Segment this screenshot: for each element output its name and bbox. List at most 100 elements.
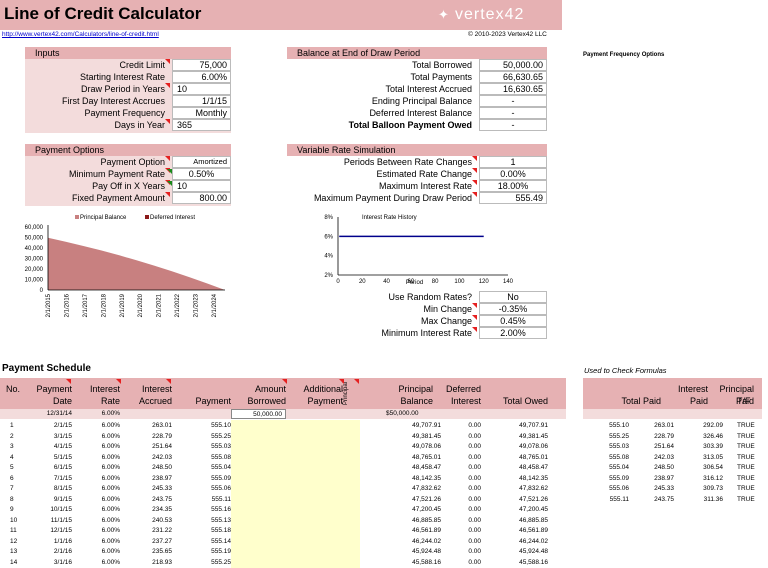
schedule-cell: 6.00% [101, 422, 120, 429]
additional-payment-input-area[interactable] [231, 420, 360, 568]
inputs-value[interactable]: 75,000 [172, 59, 231, 71]
y-tick-label: 10,000 [25, 278, 44, 284]
schedule-cell: 555.09 [211, 474, 231, 482]
x-tick-label: 100 [454, 279, 465, 285]
balance-panel: Balance at End of Draw Period [287, 47, 547, 59]
principal-balance-area [48, 237, 225, 290]
y-tick-label: 2% [324, 273, 333, 279]
x-tick-label: 2/1/2019 [120, 293, 126, 317]
payment-options-value[interactable]: 10 [172, 180, 231, 192]
comment-marker-icon [165, 156, 170, 161]
y-tick-label: 30,000 [25, 257, 44, 263]
variable-rate-label: Maximum Payment During Draw Period [313, 193, 472, 203]
variable-rate-value[interactable]: 1 [479, 156, 547, 168]
schedule-cell: 48,765.01 [519, 453, 548, 461]
schedule-cell: 49,078.06 [519, 443, 548, 450]
schedule-cell: 6.00% [101, 432, 120, 440]
variable-rate-value[interactable]: 18.00% [479, 180, 547, 192]
random-value[interactable]: No [479, 291, 547, 303]
check-cell: 245.33 [654, 485, 674, 492]
schedule-cell: 235.65 [152, 548, 172, 555]
schedule-cell: 6.00% [101, 453, 120, 461]
y-tick-label: 0 [40, 288, 44, 294]
schedule-cell: 8/1/15 [53, 485, 72, 492]
balance-value: 16,630.65 [479, 83, 547, 95]
variable-rate-value[interactable]: 0.00% [479, 168, 547, 180]
schedule-cell: 218.93 [152, 558, 172, 566]
variable-rate-label: Maximum Interest Rate [378, 181, 472, 191]
schedule-cell: 0.00 [468, 516, 481, 524]
balance-label: Deferred Interest Balance [369, 108, 472, 118]
random-label: Max Change [420, 316, 472, 326]
warning-marker-icon [167, 169, 172, 174]
schedule-cell: 1/1/16 [53, 537, 72, 545]
schedule-cell: 555.10 [211, 422, 231, 429]
schedule-header-cell: Payment [307, 396, 343, 406]
vertex42-logo-icon: ✦ [438, 7, 449, 22]
comment-marker-icon [116, 379, 121, 384]
inputs-value[interactable]: 365 [172, 119, 231, 131]
schedule-cell: 6.00% [101, 558, 120, 566]
comment-marker-icon [166, 379, 171, 384]
schedule-cell: 47,832.62 [519, 485, 548, 492]
check-cell: 243.75 [654, 495, 674, 503]
schedule-cell: 45,588.16 [519, 558, 548, 566]
payment-options-value[interactable]: 0.50% [172, 168, 231, 180]
comment-marker-icon [354, 379, 359, 384]
balance-value: - [479, 119, 547, 131]
check-cell: TRUE [737, 485, 755, 492]
inputs-value[interactable]: 10 [172, 83, 231, 95]
schedule-cell: 6.00% [101, 474, 120, 482]
schedule-header-cell: Deferred [445, 384, 481, 394]
check-cell: TRUE [737, 464, 755, 471]
initial-borrowed-input[interactable]: 50,000.00 [231, 409, 286, 419]
check-cell: 326.46 [703, 432, 723, 440]
check-cell: TRUE [737, 453, 755, 461]
comment-marker-icon [472, 192, 477, 197]
check-cell: 228.79 [654, 432, 674, 440]
payment-options-value[interactable]: Amortized [172, 156, 231, 168]
schedule-cell: 243.75 [152, 495, 172, 503]
copyright: © 2010-2023 Vertex42 LLC [468, 31, 547, 38]
schedule-cell: 555.16 [211, 506, 231, 513]
random-label: Min Change [423, 304, 472, 314]
schedule-cell: 555.14 [211, 537, 231, 545]
schedule-title: Payment Schedule [2, 363, 91, 374]
inputs-label: Draw Period in Years [80, 84, 165, 94]
random-value[interactable]: 0.45% [479, 315, 547, 327]
schedule-cell: 6.00% [101, 537, 120, 545]
random-value[interactable]: 2.00% [479, 327, 547, 339]
check-cell: 316.12 [703, 474, 723, 482]
payment-options-value[interactable]: 800.00 [172, 192, 231, 204]
inputs-value[interactable]: Monthly [172, 107, 231, 119]
schedule-cell: 6.00% [101, 516, 120, 524]
schedule-header-cell: Additional [303, 384, 343, 394]
schedule-cell: 248.50 [152, 464, 172, 471]
schedule-cell: 242.03 [152, 453, 172, 461]
schedule-cell: 3/1/16 [53, 558, 72, 566]
variable-rate-value[interactable]: 555.49 [479, 192, 547, 204]
check-cell: 309.73 [703, 485, 723, 492]
schedule-cell: 45,924.48 [519, 548, 548, 555]
schedule-cell: 228.79 [152, 432, 172, 440]
check-cell: 313.05 [703, 453, 723, 461]
schedule-cell: 46,244.02 [519, 537, 548, 545]
balance-label: Total Balloon Payment Owed [348, 120, 472, 130]
schedule-cell: 0.00 [468, 537, 481, 545]
random-label: Use Random Rates? [388, 292, 472, 302]
check-cell: 555.09 [609, 474, 629, 482]
inputs-value[interactable]: 6.00% [172, 71, 231, 83]
payment-options-label: Payment Option [100, 157, 165, 167]
calculator-link[interactable]: http://www.vertex42.com/Calculators/line… [2, 31, 159, 38]
check-cell: 555.03 [609, 443, 629, 450]
inputs-value[interactable]: 1/1/15 [172, 95, 231, 107]
comment-marker-icon [472, 327, 477, 332]
random-label: Minimum Interest Rate [381, 328, 472, 338]
inputs-label: Days in Year [114, 120, 165, 130]
schedule-cell: 555.19 [211, 548, 231, 555]
random-value[interactable]: -0.35% [479, 303, 547, 315]
y-tick-label: 4% [324, 254, 333, 260]
schedule-cell: 49,381.45 [519, 432, 548, 440]
legend-swatch [145, 215, 149, 219]
x-tick-label: 2/1/2020 [138, 293, 144, 317]
